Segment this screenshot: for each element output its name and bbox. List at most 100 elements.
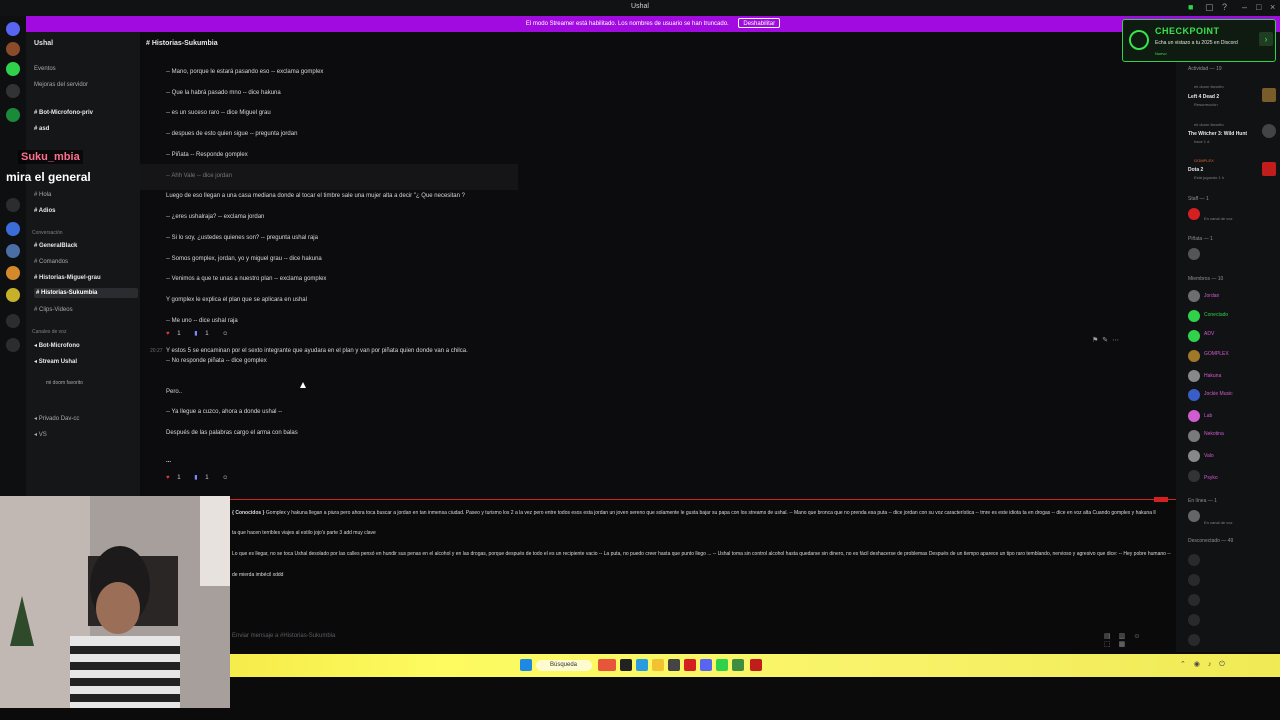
- server-icon[interactable]: [6, 42, 20, 56]
- overlay-username: Suku_mbia: [18, 150, 83, 164]
- app-icon[interactable]: [732, 659, 744, 671]
- add-reaction-icon[interactable]: ☺: [222, 475, 228, 481]
- channel-item[interactable]: # Hola: [34, 192, 51, 198]
- app-icon[interactable]: [716, 659, 728, 671]
- avatar[interactable]: [1188, 290, 1200, 302]
- server-icon[interactable]: [6, 198, 20, 212]
- voice-member[interactable]: mi doom favorito: [46, 380, 83, 386]
- channel-item-selected[interactable]: # Historias-Sukumbia: [34, 288, 138, 298]
- avatar[interactable]: [1188, 450, 1200, 462]
- category-conversation[interactable]: Conversación: [32, 230, 63, 236]
- category-voice[interactable]: Canales de voz: [32, 329, 66, 335]
- minimize-icon[interactable]: –: [1242, 2, 1247, 12]
- member-name[interactable]: Jordan: [1204, 293, 1219, 299]
- edge-icon[interactable]: [636, 659, 648, 671]
- emoji-reaction[interactable]: ▮ 1: [194, 474, 214, 481]
- channel-item[interactable]: # Historias-Miguel-grau: [34, 275, 101, 281]
- server-icon[interactable]: [6, 244, 20, 258]
- channel-item[interactable]: # Clips-Videos: [34, 307, 73, 313]
- disable-streamer-button[interactable]: Deshabilitar: [738, 18, 781, 28]
- add-server-icon[interactable]: [6, 314, 20, 328]
- message-input[interactable]: Enviar mensaje a #Historias-Sukumbia: [230, 630, 1176, 644]
- server-icon[interactable]: [6, 108, 20, 122]
- server-icon[interactable]: [6, 22, 20, 36]
- lyrics-region: { Conocidos } Gomplex y hakuna llegan a …: [230, 497, 1176, 654]
- channel-item[interactable]: # GeneralBlack: [34, 243, 77, 249]
- server-name[interactable]: Ushal: [34, 40, 53, 47]
- chat-area: # Historias-Sukumbia -- Mano, porque le …: [140, 32, 1176, 498]
- avatar[interactable]: [1188, 370, 1200, 382]
- system-tray[interactable]: ⌃ ◉ ♪ ⏻: [1180, 660, 1228, 669]
- activity-game[interactable]: The Witcher 3: Wild Hunt: [1188, 131, 1247, 137]
- app-icon[interactable]: [598, 659, 616, 671]
- avatar[interactable]: [1188, 310, 1200, 322]
- member-name[interactable]: Nekotina: [1204, 431, 1224, 437]
- channel-item[interactable]: # asd: [34, 126, 49, 132]
- add-reaction-icon[interactable]: ☺: [222, 331, 228, 337]
- windows-start-icon[interactable]: [520, 659, 532, 671]
- avatar[interactable]: [1188, 574, 1200, 586]
- channel-item[interactable]: # Bot-Microfono-priv: [34, 110, 93, 116]
- avatar[interactable]: [1188, 208, 1200, 220]
- checkpoint-popup[interactable]: CHECKPOINT Echa un vistazo a tu 2025 en …: [1122, 19, 1276, 62]
- channel-item[interactable]: # Comandos: [34, 259, 68, 265]
- boosts-item[interactable]: Mejoras del servidor: [34, 82, 88, 88]
- server-icon[interactable]: [6, 222, 20, 236]
- voice-channel[interactable]: ◂ Stream Ushal: [34, 358, 77, 365]
- emoji-reaction[interactable]: ▮ 1: [194, 330, 214, 337]
- app-icon[interactable]: [684, 659, 696, 671]
- avatar[interactable]: [1188, 554, 1200, 566]
- voice-channel[interactable]: ◂ VS: [34, 431, 47, 438]
- server-icon[interactable]: [6, 266, 20, 280]
- voice-channel[interactable]: ◂ Privado Dav-cc: [34, 415, 79, 422]
- avatar[interactable]: [1188, 430, 1200, 442]
- member-name[interactable]: ADV: [1204, 331, 1214, 337]
- taskbar-search[interactable]: Búsqueda: [536, 660, 592, 671]
- avatar[interactable]: [1188, 350, 1200, 362]
- offline-header: Desconectado — 49: [1188, 538, 1234, 544]
- pin-icon[interactable]: ■: [1188, 2, 1193, 12]
- server-icon[interactable]: [6, 84, 20, 98]
- avatar[interactable]: [1188, 634, 1200, 646]
- voice-channel[interactable]: ◂ Bot-Microfono: [34, 342, 80, 349]
- game-icon: [1262, 88, 1276, 102]
- server-icon[interactable]: [6, 288, 20, 302]
- member-name[interactable]: Conectado: [1204, 312, 1228, 318]
- app-icon[interactable]: [620, 659, 632, 671]
- avatar[interactable]: [1188, 510, 1200, 522]
- app-icon[interactable]: [750, 659, 762, 671]
- heart-reaction[interactable]: ♥ 1: [166, 475, 187, 481]
- help-icon[interactable]: ?: [1222, 2, 1227, 12]
- avatar[interactable]: [1188, 410, 1200, 422]
- app-icon[interactable]: [668, 659, 680, 671]
- message-actions[interactable]: ⚑✎⋯: [1092, 336, 1123, 344]
- avatar[interactable]: [1188, 614, 1200, 626]
- channel-item[interactable]: # Adios: [34, 208, 55, 214]
- avatar[interactable]: [1188, 248, 1200, 260]
- server-icon[interactable]: [6, 62, 20, 76]
- inbox-icon[interactable]: ▢: [1205, 2, 1214, 13]
- member-name[interactable]: Psyko: [1204, 475, 1218, 481]
- discover-icon[interactable]: [6, 338, 20, 352]
- input-tools[interactable]: ▤▥☺⬚▦: [1104, 632, 1176, 648]
- close-icon[interactable]: ×: [1270, 2, 1275, 12]
- activity-game[interactable]: Left 4 Dead 2: [1188, 94, 1219, 100]
- message-line: -- Somos gomplex, jordan, yo y miguel gr…: [166, 256, 322, 262]
- arrow-right-icon[interactable]: ›: [1259, 32, 1273, 46]
- avatar[interactable]: [1188, 594, 1200, 606]
- member-name[interactable]: Jockie Music: [1204, 391, 1233, 397]
- discord-icon[interactable]: [700, 659, 712, 671]
- member-name[interactable]: Valo: [1204, 453, 1214, 459]
- maximize-icon[interactable]: □: [1256, 2, 1261, 12]
- explorer-icon[interactable]: [652, 659, 664, 671]
- member-status: En canal de voz: [1204, 520, 1233, 525]
- member-name[interactable]: Lab: [1204, 413, 1212, 419]
- activity-game[interactable]: Dota 2: [1188, 167, 1203, 173]
- member-name[interactable]: GOMPLEX: [1204, 351, 1229, 357]
- events-item[interactable]: Eventos: [34, 66, 56, 72]
- avatar[interactable]: [1188, 330, 1200, 342]
- avatar[interactable]: [1188, 470, 1200, 482]
- heart-reaction[interactable]: ♥ 1: [166, 331, 187, 337]
- member-name[interactable]: Hakuna: [1204, 373, 1221, 379]
- avatar[interactable]: [1188, 389, 1200, 401]
